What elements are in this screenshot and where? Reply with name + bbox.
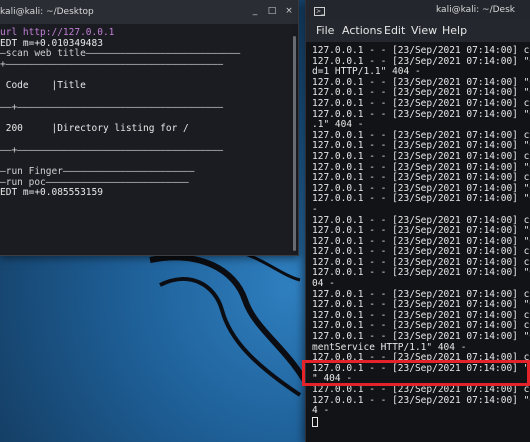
- menu-bar: File Actions Edit View Help: [306, 20, 530, 42]
- table-header: Code |Title: [0, 80, 86, 92]
- cursor-line[interactable]: [312, 416, 530, 428]
- log-line: 127.0.0.1 - - [23/Sep/2021 07:14:00] "GE…: [312, 193, 530, 205]
- table-border: +——————————————————————————————————————: [0, 59, 224, 71]
- minimize-button[interactable]: _: [250, 6, 260, 16]
- window-title: kali@kali: ~/Desktop: [0, 7, 94, 17]
- text-cursor: [312, 416, 318, 427]
- log-line: -: [312, 203, 318, 215]
- log-line: 127.0.0.1 - - [23/Sep/2021 07:14:00] "GE…: [312, 394, 530, 406]
- maximize-button[interactable]: □: [267, 6, 277, 16]
- menu-file[interactable]: File: [316, 24, 334, 37]
- log-line: 127.0.0.1 - - [23/Sep/2021 07:14:00] cod…: [312, 97, 530, 109]
- menu-help[interactable]: Help: [442, 24, 467, 37]
- title-bar[interactable]: kali@kali: ~/Desktop _ □ ×: [0, 0, 298, 24]
- window-title: kali@kali: ~/Desk: [436, 5, 515, 15]
- title-bar[interactable]: >_ kali@kali: ~/Desk: [306, 0, 530, 20]
- log-line: 4 -: [312, 405, 330, 417]
- log-line: 127.0.0.1 - - [23/Sep/2021 07:14:00] cod…: [312, 45, 530, 56]
- table-row: 200 |Directory listing for /: [0, 123, 189, 135]
- log-line: 127.0.0.1 - - [23/Sep/2021 07:14:00] cod…: [312, 384, 530, 395]
- log-line: 127.0.0.1 - - [23/Sep/2021 07:14:00] "GE…: [312, 267, 530, 279]
- terminal-window-left[interactable]: kali@kali: ~/Desktop _ □ × url http://12…: [0, 0, 299, 256]
- terminal-icon: >_: [314, 7, 325, 16]
- terminal-output[interactable]: url http://127.0.0.1 EDT m=+0.010349483 …: [0, 24, 290, 255]
- highlight-annotation: [302, 360, 530, 386]
- menu-view[interactable]: View: [411, 24, 437, 37]
- output-line: EDT m=+0.085553159: [0, 187, 103, 199]
- log-line: 127.0.0.1 - - [23/Sep/2021 07:14:00] cod…: [312, 150, 530, 162]
- table-border: ——+————————————————————————————————————: [0, 144, 224, 156]
- table-border: ——+————————————————————————————————————: [0, 101, 224, 113]
- close-button[interactable]: ×: [284, 6, 294, 16]
- menu-actions[interactable]: Actions: [342, 24, 382, 37]
- menu-edit[interactable]: Edit: [384, 24, 405, 37]
- scrollbar[interactable]: [293, 36, 296, 251]
